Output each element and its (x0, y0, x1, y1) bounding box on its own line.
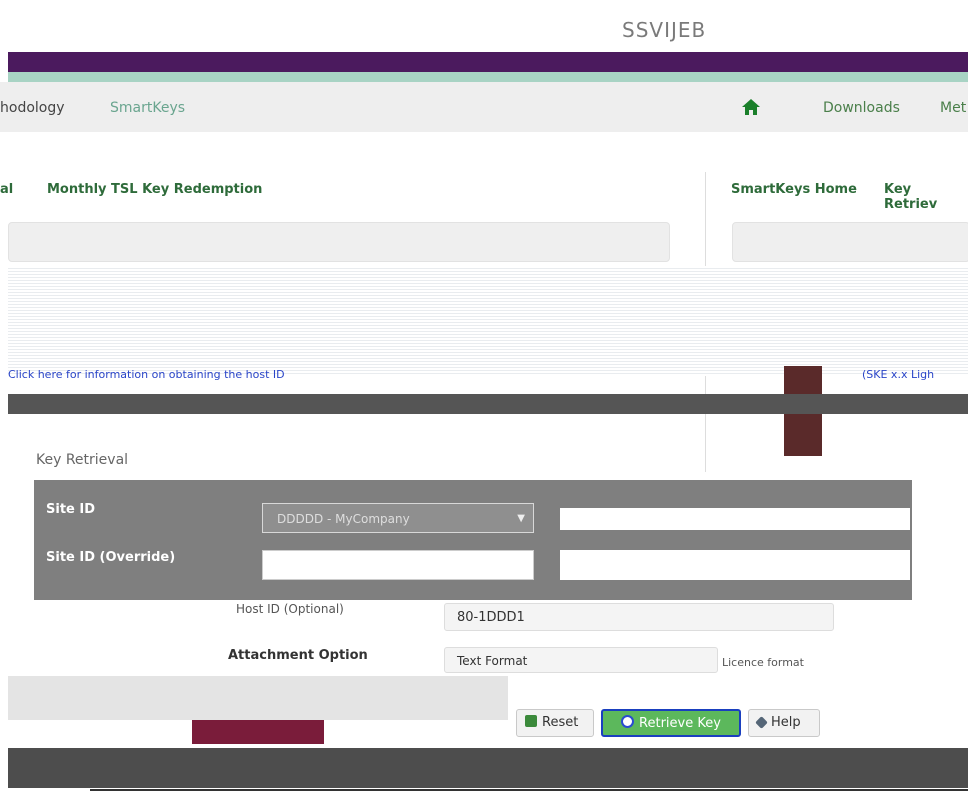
chevron-down-icon: ▼ (517, 513, 525, 524)
left-panel-header (8, 222, 670, 262)
help-button[interactable]: Help (748, 709, 820, 737)
right-info-text: (SKE x.x Ligh (862, 368, 935, 381)
nav-item-methodology-right[interactable]: Met (940, 100, 966, 116)
main-nav: hodology SmartKeys Downloads Met (0, 82, 968, 132)
sub-tabs: al Monthly TSL Key Redemption SmartKeys … (0, 182, 968, 212)
site-id-select[interactable]: DDDDD - MyCompany ▼ (262, 503, 534, 533)
site-id-override-label: Site ID (Override) (46, 550, 176, 565)
attachment-option-label: Attachment Option (228, 648, 368, 663)
site-logo[interactable]: SSVIJEB (622, 18, 706, 42)
footer-bar (8, 748, 968, 788)
help-label: Help (771, 715, 801, 730)
banner-strip (8, 72, 968, 82)
reset-icon (525, 715, 537, 727)
help-icon (755, 716, 768, 729)
nav-item-downloads[interactable]: Downloads (823, 100, 900, 116)
attachment-option-select[interactable]: Text Format (444, 647, 718, 673)
site-id-row-fill (560, 508, 910, 530)
key-retrieval-legend: Key Retrieval (36, 452, 129, 468)
home-icon[interactable] (740, 96, 762, 118)
site-id-selected-value: DDDDD - MyCompany (277, 512, 410, 526)
retrieve-icon (621, 715, 635, 728)
attachment-right-text: Licence format (722, 656, 804, 669)
site-override-row-fill (560, 550, 910, 580)
decorative-smear (192, 720, 324, 744)
key-retrieval-form: Site ID Site ID (Override) (34, 480, 912, 600)
host-id-info-link[interactable]: Click here for information on obtaining … (8, 368, 285, 381)
retrieve-label: Retrieve Key (639, 716, 721, 731)
top-band (0, 0, 968, 52)
retrieve-key-button[interactable]: Retrieve Key (601, 709, 741, 737)
tab-monthly-tsl-key-redemption[interactable]: Monthly TSL Key Redemption (47, 182, 262, 197)
left-gray-area (8, 676, 508, 720)
host-id-field[interactable]: 80-1DDD1 (444, 603, 834, 631)
reset-button[interactable]: Reset (516, 709, 594, 737)
right-panel-header (732, 222, 968, 262)
tab-partial[interactable]: al (0, 182, 13, 197)
section-divider-bar (8, 394, 968, 414)
banner-bar (8, 52, 968, 72)
site-id-label: Site ID (46, 502, 96, 517)
reset-label: Reset (542, 715, 579, 730)
site-id-override-input[interactable] (262, 550, 534, 580)
instructions-area (8, 266, 968, 376)
footer-line (90, 789, 968, 791)
tab-key-retrieval[interactable]: Key Retriev (884, 182, 968, 212)
host-id-label: Host ID (Optional) (236, 602, 344, 616)
tab-smartkeys-home[interactable]: SmartKeys Home (731, 182, 857, 197)
nav-item-methodology[interactable]: hodology (0, 100, 65, 116)
nav-item-smartkeys[interactable]: SmartKeys (110, 100, 185, 116)
